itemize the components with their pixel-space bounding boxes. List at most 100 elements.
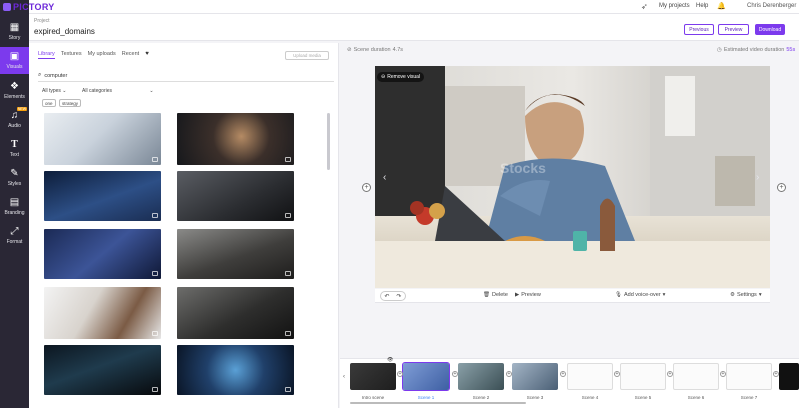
filter-categories[interactable]: All categories ⌄ (82, 88, 154, 94)
add-scene-icon[interactable]: + (560, 371, 566, 377)
previous-button[interactable]: Previous (684, 24, 714, 35)
delete-button[interactable]: 🗑 Delete (483, 292, 508, 298)
add-scene-icon[interactable]: + (667, 371, 673, 377)
library-thumbnail[interactable] (44, 287, 161, 339)
tab-library[interactable]: Library (38, 51, 55, 59)
copy-icon[interactable] (152, 271, 158, 276)
timeline-scene[interactable] (726, 363, 772, 390)
copy-icon[interactable] (152, 387, 158, 392)
library-thumbnail[interactable] (44, 113, 161, 165)
scene-duration[interactable]: ⊘ Scene duration 4.7s (347, 47, 403, 53)
music-icon: ♫ (10, 109, 19, 121)
library-thumbnail[interactable] (44, 345, 161, 395)
library-thumbnail[interactable] (44, 171, 161, 221)
nav-item-text[interactable]: T Text (0, 135, 29, 162)
caret-down-icon: ▾ (662, 292, 666, 298)
heart-icon[interactable]: ♥ (145, 51, 149, 59)
timeline-left-arrow-icon[interactable]: ‹ (343, 374, 345, 380)
timeline-scene[interactable] (779, 363, 799, 390)
library-thumbnail[interactable] (177, 113, 294, 165)
add-scene-before-icon[interactable]: + (362, 183, 371, 192)
help-link[interactable]: Help (696, 3, 708, 9)
add-scene-icon[interactable]: + (773, 371, 779, 377)
logo: PICTORY (0, 0, 62, 14)
nav-item-elements[interactable]: ❖ Elements (0, 77, 29, 104)
project-label: Project (34, 18, 50, 24)
library-scrollbar[interactable] (327, 113, 330, 170)
timeline-scene[interactable] (402, 362, 450, 391)
nav-item-branding[interactable]: ▤ Branding (0, 193, 29, 220)
timeline-scene[interactable] (512, 363, 558, 390)
undo-icon[interactable]: ↶ (384, 293, 389, 300)
nav-label: Visuals (6, 63, 23, 70)
add-voice-over-button[interactable]: 🎙 Add voice-over ▾ (615, 292, 665, 298)
library-thumbnail[interactable] (177, 229, 294, 279)
my-projects-link[interactable]: My projects (659, 3, 690, 9)
timeline-scrollbar[interactable] (350, 402, 526, 404)
copy-icon[interactable] (285, 213, 291, 218)
nav-item-visuals[interactable]: ▣ Visuals (0, 47, 29, 74)
library-thumbnail[interactable] (44, 229, 161, 279)
timeline-scene[interactable] (673, 363, 719, 390)
copy-icon[interactable] (285, 271, 291, 276)
bell-icon[interactable]: 🔔 (717, 2, 726, 10)
copy-icon[interactable] (285, 157, 291, 162)
scene-duration-value: 4.7s (392, 47, 404, 53)
remove-visual-button[interactable]: ⊖ Remove visual (377, 72, 424, 82)
timeline-scene[interactable] (350, 363, 396, 390)
preview-button[interactable]: Preview (718, 24, 749, 35)
library-thumbnail[interactable] (177, 171, 294, 221)
tag-chip[interactable]: one (42, 99, 56, 107)
add-scene-icon[interactable]: + (506, 371, 512, 377)
library-thumbnail[interactable] (177, 287, 294, 339)
tab-textures[interactable]: Textures (61, 51, 82, 59)
settings-button[interactable]: ⚙ Settings ▾ (730, 292, 762, 298)
tab-my-uploads[interactable]: My uploads (88, 51, 116, 59)
rocket-icon[interactable]: ➶ (641, 2, 648, 11)
download-button[interactable]: Download (755, 24, 785, 35)
add-scene-after-icon[interactable]: + (777, 183, 786, 192)
redo-icon[interactable]: ↷ (396, 293, 401, 300)
chevron-left-icon[interactable]: ‹ (383, 172, 386, 183)
nav-label: Branding (4, 209, 25, 216)
add-scene-icon[interactable]: + (452, 371, 458, 377)
copy-icon[interactable] (152, 213, 158, 218)
nav-label: Audio (8, 122, 21, 129)
copy-icon[interactable] (152, 331, 158, 336)
timeline-scene[interactable] (567, 363, 613, 390)
tab-recent[interactable]: Recent (122, 51, 139, 59)
copy-icon[interactable] (285, 387, 291, 392)
library-thumbnail[interactable] (177, 345, 294, 395)
gear-icon: ⚙ (730, 292, 735, 298)
nav-item-audio[interactable]: NEW ♫ Audio (0, 106, 29, 133)
chevron-right-icon[interactable]: › (756, 172, 759, 183)
scene-preview-button[interactable]: ▶ Preview (515, 292, 541, 298)
search-input[interactable]: computer (44, 73, 67, 79)
trash-icon: 🗑 (483, 292, 490, 298)
copy-icon[interactable] (152, 157, 158, 162)
scene-label: Scene 1 (417, 395, 435, 400)
nav-item-story[interactable]: ▦ Story (0, 18, 29, 45)
add-scene-icon[interactable]: + (720, 371, 726, 377)
add-scene-icon[interactable]: + (397, 371, 403, 377)
project-name[interactable]: expired_domains (34, 27, 95, 36)
resize-icon: ⤢ (10, 225, 19, 237)
nav-item-format[interactable]: ⤢ Format (0, 222, 29, 249)
filter-types-label: All types (42, 88, 61, 94)
search-box[interactable]: ⌕ computer (38, 70, 334, 82)
timeline-scene[interactable] (620, 363, 666, 390)
upload-media-button[interactable]: Upload media (285, 51, 329, 60)
filter-types[interactable]: All types ⌄ (42, 88, 67, 94)
library-tabs: Library Textures My uploads Recent ♥ (38, 51, 149, 59)
scene-canvas[interactable]: Stocks (375, 66, 770, 288)
user-name[interactable]: Chris Derenberger (747, 3, 796, 9)
settings-label: Settings (736, 292, 757, 298)
timeline-scene[interactable] (458, 363, 504, 390)
nav-item-styles[interactable]: ✎ Styles (0, 164, 29, 191)
add-scene-icon[interactable]: + (614, 371, 620, 377)
copy-icon[interactable] (285, 331, 291, 336)
grid-icon: ▦ (9, 21, 20, 33)
brush-icon: ✎ (10, 167, 19, 179)
tag-chip[interactable]: strategy (59, 99, 82, 107)
est-duration-label: Estimated video duration (723, 47, 785, 53)
